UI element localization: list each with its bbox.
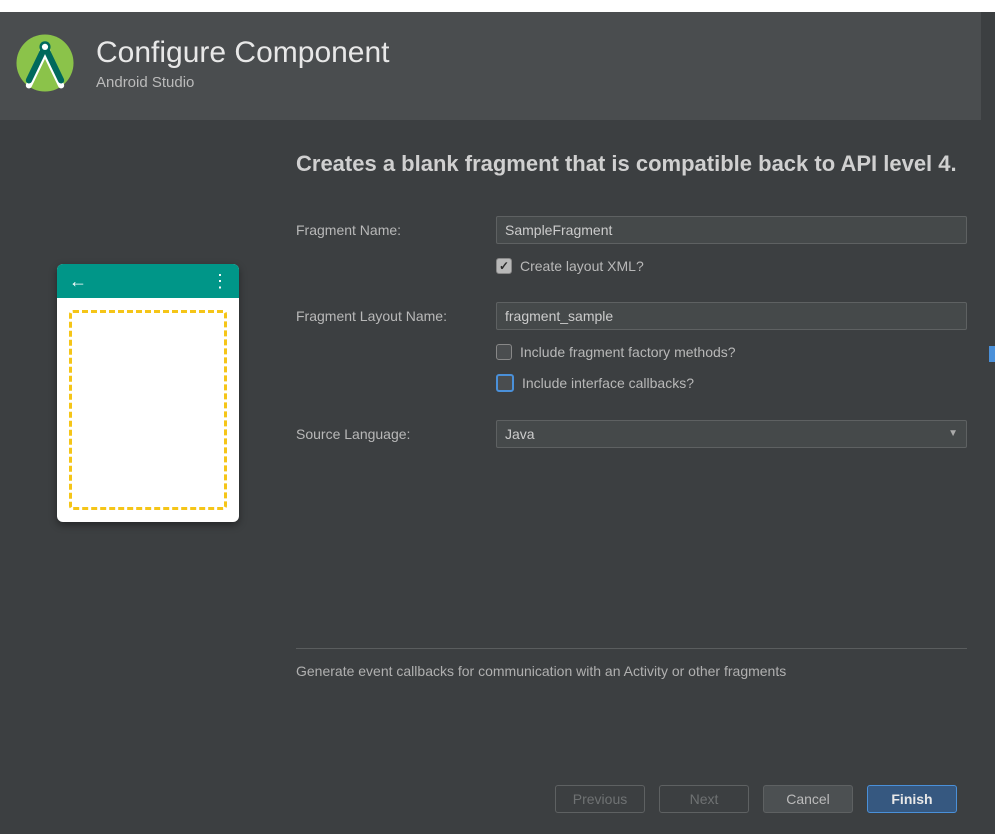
dialog-header: Configure Component Android Studio: [0, 12, 995, 120]
fragment-placeholder-icon: [69, 310, 227, 510]
fragment-name-label: Fragment Name:: [296, 222, 496, 238]
top-white-bar: [0, 0, 995, 12]
next-button[interactable]: Next: [659, 785, 749, 813]
dialog-subtitle: Android Studio: [96, 74, 390, 91]
form-area: Creates a blank fragment that is compati…: [296, 148, 995, 748]
dialog-footer: Previous Next Cancel Finish: [0, 764, 981, 834]
preview-area: ← ⋮: [0, 148, 296, 748]
create-layout-label: Create layout XML?: [520, 258, 644, 274]
dialog-content: ← ⋮ Creates a blank fragment that is com…: [0, 120, 995, 748]
fragment-layout-input[interactable]: [496, 302, 967, 330]
form-description: Creates a blank fragment that is compati…: [296, 148, 967, 180]
phone-body: [57, 298, 239, 522]
include-callbacks-label: Include interface callbacks?: [522, 375, 694, 391]
form-hint: Generate event callbacks for communicati…: [296, 648, 967, 679]
include-callbacks-checkbox[interactable]: [496, 374, 514, 392]
source-language-select[interactable]: Java ▼: [496, 420, 967, 448]
scrollbar-thumb[interactable]: [989, 346, 995, 362]
previous-button[interactable]: Previous: [555, 785, 645, 813]
back-arrow-icon: ←: [69, 271, 87, 292]
include-factory-label: Include fragment factory methods?: [520, 344, 736, 360]
phone-preview: ← ⋮: [57, 264, 239, 522]
android-studio-logo-icon: [14, 32, 76, 94]
fragment-layout-label: Fragment Layout Name:: [296, 308, 496, 324]
cancel-button[interactable]: Cancel: [763, 785, 853, 813]
dialog-title: Configure Component: [96, 36, 390, 70]
chevron-down-icon: ▼: [948, 428, 958, 439]
finish-button[interactable]: Finish: [867, 785, 957, 813]
phone-topbar: ← ⋮: [57, 264, 239, 298]
create-layout-checkbox[interactable]: [496, 258, 512, 274]
menu-dots-icon: ⋮: [211, 271, 227, 292]
source-language-value: Java: [505, 426, 535, 442]
fragment-name-input[interactable]: [496, 216, 967, 244]
source-language-label: Source Language:: [296, 426, 496, 442]
include-factory-checkbox[interactable]: [496, 344, 512, 360]
right-edge: [981, 12, 995, 834]
